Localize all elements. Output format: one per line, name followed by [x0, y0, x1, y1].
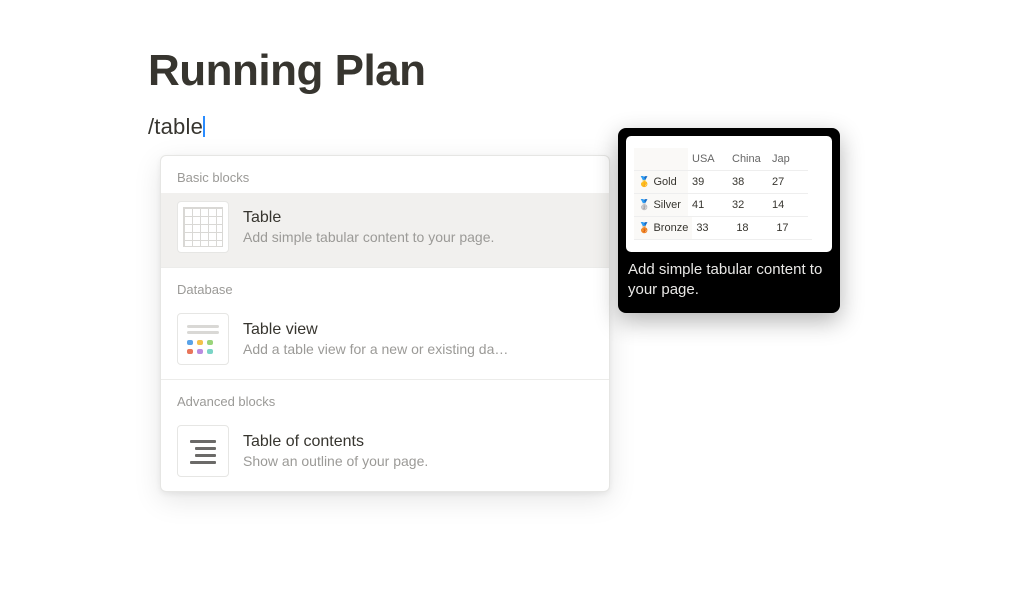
preview-mini-table: USA China Jap 🥇Gold 39 38 27 🥈Silver 41 …	[634, 148, 820, 240]
table-header-cell	[634, 148, 688, 171]
table-cell: 🥇Gold	[634, 171, 688, 194]
table-row: 🥈Silver 41 32 14	[634, 194, 820, 217]
table-header-cell: China	[728, 148, 768, 171]
table-cell: 39	[688, 171, 728, 194]
preview-caption: Add simple tabular content to your page.	[626, 260, 832, 305]
menu-item-title: Table of contents	[243, 433, 428, 451]
table-cell: 🥉Bronze	[634, 217, 692, 240]
block-preview-tooltip: USA China Jap 🥇Gold 39 38 27 🥈Silver 41 …	[618, 128, 840, 313]
table-cell: 🥈Silver	[634, 194, 688, 217]
table-cell: 33	[692, 217, 732, 240]
table-cell: 14	[768, 194, 808, 217]
table-cell: 32	[728, 194, 768, 217]
toc-icon	[177, 425, 229, 477]
table-header-cell: USA	[688, 148, 728, 171]
table-header-cell: Jap	[768, 148, 808, 171]
menu-item-description: Add simple tabular content to your page.	[243, 229, 494, 245]
menu-item-title: Table view	[243, 321, 508, 339]
table-row: USA China Jap	[634, 148, 820, 171]
menu-item-description: Show an outline of your page.	[243, 453, 428, 469]
table-cell: 41	[688, 194, 728, 217]
table-row: 🥉Bronze 33 18 17	[634, 217, 820, 240]
table-cell: 17	[772, 217, 812, 240]
slash-command-input[interactable]: /table	[148, 114, 203, 140]
page-title: Running Plan	[148, 46, 868, 96]
menu-item-table-of-contents[interactable]: Table of contents Show an outline of you…	[161, 417, 609, 491]
menu-item-table-view[interactable]: Table view Add a table view for a new or…	[161, 305, 609, 379]
slash-menu: Basic blocks Table Add simple tabular co…	[160, 155, 610, 492]
menu-section-label-database: Database	[161, 268, 609, 305]
table-grid-icon	[177, 201, 229, 253]
menu-item-table[interactable]: Table Add simple tabular content to your…	[161, 193, 609, 267]
preview-image: USA China Jap 🥇Gold 39 38 27 🥈Silver 41 …	[626, 136, 832, 252]
table-row: 🥇Gold 39 38 27	[634, 171, 820, 194]
menu-section-label-basic-blocks: Basic blocks	[161, 156, 609, 193]
table-view-icon	[177, 313, 229, 365]
page-content: Running Plan /table	[148, 46, 868, 140]
table-cell: 38	[728, 171, 768, 194]
menu-item-title: Table	[243, 209, 494, 227]
menu-item-description: Add a table view for a new or existing d…	[243, 341, 508, 357]
table-cell: 27	[768, 171, 808, 194]
table-cell: 18	[732, 217, 772, 240]
menu-section-label-advanced-blocks: Advanced blocks	[161, 380, 609, 417]
